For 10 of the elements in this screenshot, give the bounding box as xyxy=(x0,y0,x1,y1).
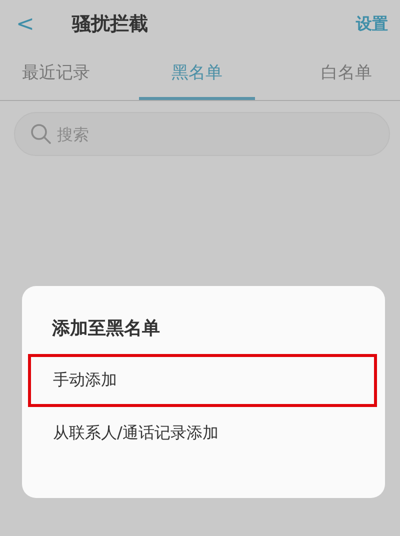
dialog-title: 添加至黑名单 xyxy=(50,317,161,341)
tab[interactable]: 黑名单 xyxy=(138,48,256,100)
tab[interactable]: 最近记录 xyxy=(0,48,139,100)
back-button[interactable]: < xyxy=(16,12,56,36)
settings-link[interactable]: 设置 xyxy=(356,14,388,34)
page-title: 骚扰拦截 xyxy=(72,12,149,37)
search-field[interactable]: 搜索 xyxy=(14,112,390,156)
menu-option[interactable]: 手动添加 xyxy=(28,354,377,407)
menu-option[interactable]: 从联系人/通话记录添加 xyxy=(28,407,377,460)
tab[interactable]: 白名单 xyxy=(255,48,400,100)
